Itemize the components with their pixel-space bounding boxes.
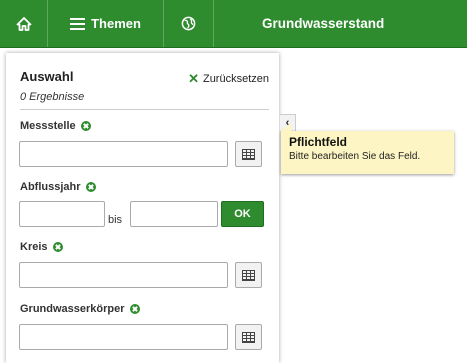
abflussjahr-from-input[interactable] — [19, 201, 105, 227]
home-button[interactable] — [0, 0, 48, 47]
messstelle-label: Messstelle — [20, 120, 91, 132]
ok-button[interactable]: OK — [221, 201, 264, 227]
tooltip-text: Bitte bearbeiten Sie das Feld. — [289, 151, 421, 162]
abflussjahr-to-input[interactable] — [130, 201, 218, 227]
panel-title: Auswahl — [20, 69, 74, 84]
results-count: 0 Ergebnisse — [20, 91, 85, 103]
map-button[interactable] — [164, 0, 214, 47]
kreis-table-button[interactable] — [235, 262, 262, 288]
messstelle-label-text: Messstelle — [20, 120, 76, 132]
kreis-label-text: Kreis — [20, 241, 48, 253]
divider — [20, 109, 269, 110]
themen-label: Themen — [91, 16, 141, 31]
kreis-input[interactable] — [19, 262, 228, 288]
themen-menu-button[interactable]: Themen — [48, 0, 164, 47]
clear-icon[interactable] — [52, 242, 63, 252]
reset-label: Zurücksetzen — [202, 72, 269, 85]
menu-icon — [70, 17, 86, 30]
table-icon — [242, 331, 255, 343]
grundwasserkoerper-label: Grundwasserkörper — [20, 303, 140, 315]
grundwasserkoerper-table-button[interactable] — [235, 324, 262, 350]
home-icon — [16, 16, 31, 31]
top-navigation-bar: Themen Grundwasserstand — [0, 0, 467, 48]
grundwasserkoerper-input[interactable] — [19, 324, 228, 350]
table-icon — [242, 148, 255, 160]
clear-icon[interactable] — [85, 182, 96, 192]
kreis-label: Kreis — [20, 241, 63, 253]
clear-icon[interactable] — [129, 304, 140, 314]
reset-button[interactable]: ✕ Zurücksetzen — [188, 72, 269, 85]
globe-icon — [181, 16, 196, 31]
abflussjahr-label-text: Abflussjahr — [20, 181, 81, 193]
grundwasserkoerper-label-text: Grundwasserkörper — [20, 303, 125, 315]
page-title: Grundwasserstand — [262, 16, 385, 31]
abflussjahr-label: Abflussjahr — [20, 181, 96, 193]
messstelle-input[interactable] — [19, 141, 228, 167]
table-icon — [242, 269, 255, 281]
tooltip-title: Pflichtfeld — [289, 135, 348, 149]
bis-label: bis — [108, 214, 123, 226]
messstelle-table-button[interactable] — [235, 141, 262, 167]
required-field-tooltip: Pflichtfeld Bitte bearbeiten Sie das Fel… — [281, 123, 454, 174]
close-icon: ✕ — [188, 71, 199, 86]
clear-icon[interactable] — [80, 121, 91, 131]
selection-panel: Auswahl ✕ Zurücksetzen 0 Ergebnisse Mess… — [6, 53, 279, 363]
